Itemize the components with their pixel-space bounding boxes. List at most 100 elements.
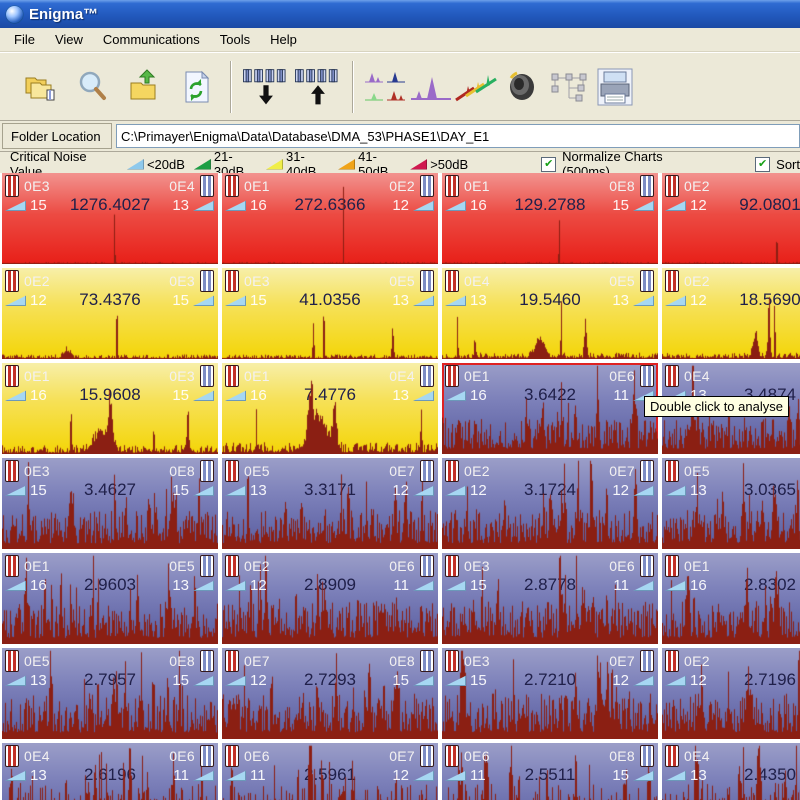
tile-left-logger-id: 0E1	[244, 368, 270, 384]
left-logger-icon	[5, 745, 19, 767]
folder-export-icon	[125, 69, 163, 105]
tile-header: 0E30E5	[225, 270, 434, 292]
tile-left-level: 16	[470, 387, 487, 404]
left-logger-icon	[665, 555, 679, 577]
speaker-button[interactable]	[500, 59, 546, 115]
chart-tile[interactable]: 129.27880E10E81615	[442, 173, 658, 264]
print-button[interactable]	[592, 59, 638, 115]
folders-button[interactable]	[14, 59, 66, 115]
tile-left-level: 13	[30, 672, 47, 689]
waterfall-chart-button[interactable]	[454, 59, 500, 115]
chart-tile[interactable]: 19.54600E40E51313	[442, 268, 658, 359]
chart-tile[interactable]: 2.96030E10E51613	[2, 553, 218, 644]
left-logger-icon	[225, 650, 239, 672]
loggers-download-button[interactable]	[292, 59, 344, 115]
tile-header: 0E10E2	[225, 175, 434, 197]
tile-left-level: 13	[690, 767, 707, 784]
tile-levels: 1115	[445, 767, 654, 784]
tooltip: Double click to analyse	[644, 396, 789, 417]
chart-tile[interactable]: 2.79570E50E81315	[2, 648, 218, 739]
left-noise-triangle-icon	[225, 295, 246, 306]
checkbox-icon[interactable]: ✔	[541, 157, 556, 172]
chart-tile[interactable]: 73.43760E20E31215	[2, 268, 218, 359]
right-logger-icon	[420, 365, 434, 387]
tile-header: 0E30E4	[5, 175, 214, 197]
right-noise-triangle-icon	[413, 485, 434, 496]
chart-tile[interactable]: 3.31710E50E71312	[222, 458, 438, 549]
histogram-button[interactable]	[408, 59, 454, 115]
folder-export-button[interactable]	[118, 59, 170, 115]
right-noise-triangle-icon	[633, 580, 654, 591]
chart-tile[interactable]: 2.59610E60E71112	[222, 743, 438, 800]
chart-tile[interactable]: 2.89090E20E61211	[222, 553, 438, 644]
tile-left-level: 16	[690, 577, 707, 594]
chart-tile[interactable]: 2.71960E212	[662, 648, 800, 739]
tile-right-level: 12	[392, 482, 409, 499]
chart-tile[interactable]: 41.03560E30E51513	[222, 268, 438, 359]
chart-tile[interactable]: 2.55110E60E81115	[442, 743, 658, 800]
search-button[interactable]	[66, 59, 118, 115]
left-logger-icon	[5, 460, 19, 482]
chart-tile[interactable]: 2.87780E30E61511	[442, 553, 658, 644]
left-logger-icon	[445, 365, 459, 387]
chart-tile[interactable]: 1276.40270E30E41513	[2, 173, 218, 264]
folder-location-input[interactable]	[116, 124, 800, 148]
chart-tile[interactable]: 2.83020E116	[662, 553, 800, 644]
chart-tile[interactable]: 2.43500E413	[662, 743, 800, 800]
tile-left-logger-id: 0E7	[244, 653, 270, 669]
chart-tile[interactable]: 2.72930E70E81215	[222, 648, 438, 739]
noise-level-triangle-icon	[266, 159, 283, 170]
network-button[interactable]	[546, 59, 592, 115]
menu-bar: FileViewCommunicationsToolsHelp	[0, 28, 800, 52]
chart-tile[interactable]: 2.61960E40E61311	[2, 743, 218, 800]
chart-tile[interactable]: 3.64220E10E61611	[442, 363, 658, 454]
tile-left-logger-id: 0E3	[24, 463, 50, 479]
left-noise-triangle-icon	[665, 580, 686, 591]
menu-item-communications[interactable]: Communications	[93, 29, 210, 50]
menu-item-file[interactable]: File	[4, 29, 45, 50]
tile-header: 0E30E6	[445, 555, 654, 577]
right-logger-icon	[200, 460, 214, 482]
tile-header: 0E2	[665, 175, 800, 197]
tile-levels: 16	[665, 577, 800, 594]
tile-levels: 1511	[445, 577, 654, 594]
right-noise-triangle-icon	[193, 770, 214, 781]
refresh-button[interactable]	[170, 59, 222, 115]
title-bar: Enigma™	[0, 0, 800, 28]
chart-tile[interactable]: 92.08010E212	[662, 173, 800, 264]
tile-header: 0E60E8	[445, 745, 654, 767]
right-noise-triangle-icon	[633, 200, 654, 211]
menu-item-help[interactable]: Help	[260, 29, 307, 50]
network-icon	[547, 68, 591, 106]
tile-right-level: 13	[172, 577, 189, 594]
tile-left-logger-id: 0E4	[684, 368, 710, 384]
chart-tile[interactable]: 3.03650E513	[662, 458, 800, 549]
tile-left-logger-id: 0E4	[684, 748, 710, 764]
loggers-download-icon	[292, 63, 344, 111]
tile-levels: 13	[665, 482, 800, 499]
chart-tile[interactable]: 18.56900E212	[662, 268, 800, 359]
multi-chart-button[interactable]	[362, 59, 408, 115]
loggers-upload-button[interactable]	[240, 59, 292, 115]
chart-tile[interactable]: 3.17240E20E71212	[442, 458, 658, 549]
tile-header: 0E70E8	[225, 650, 434, 672]
chart-tile[interactable]: 2.72100E30E71512	[442, 648, 658, 739]
tile-right-level: 11	[613, 387, 629, 404]
left-noise-triangle-icon	[5, 675, 26, 686]
left-noise-triangle-icon	[5, 485, 26, 496]
menu-item-view[interactable]: View	[45, 29, 93, 50]
tile-right-level: 13	[392, 292, 409, 309]
chart-tile[interactable]: 3.46270E30E81515	[2, 458, 218, 549]
tile-left-logger-id: 0E2	[684, 653, 710, 669]
tile-header: 0E20E7	[445, 460, 654, 482]
chart-tile[interactable]: 7.47760E10E41613	[222, 363, 438, 454]
tile-levels: 1512	[445, 672, 654, 689]
tile-header: 0E10E3	[5, 365, 214, 387]
checkbox-sort[interactable]: ✔Sort	[755, 157, 800, 172]
chart-tile[interactable]: 15.96080E10E31615	[2, 363, 218, 454]
menu-item-tools[interactable]: Tools	[210, 29, 260, 50]
tile-right-logger-id: 0E7	[609, 653, 635, 669]
checkbox-icon[interactable]: ✔	[755, 157, 770, 172]
chart-tile[interactable]: 272.63660E10E21612	[222, 173, 438, 264]
tile-left-level: 11	[250, 767, 266, 784]
